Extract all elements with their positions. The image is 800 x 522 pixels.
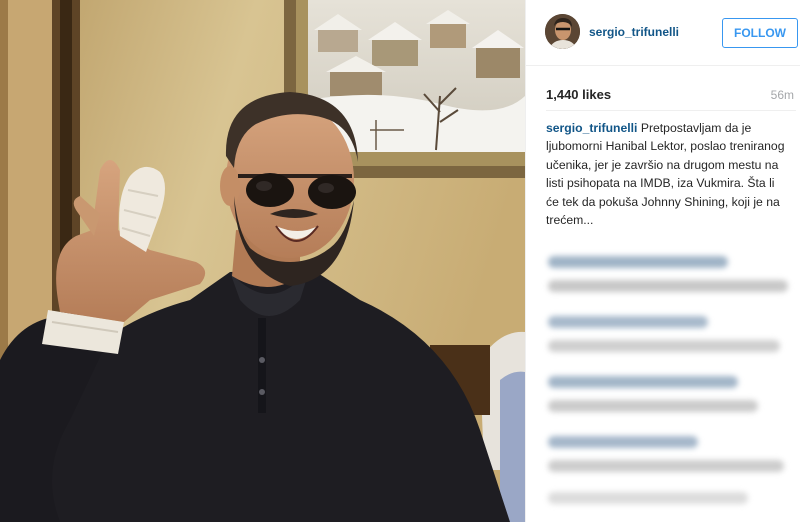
instagram-post: sergio_trifunelli FOLLOW 1,440 likes 56m… (0, 0, 800, 522)
blurred-comment-line (548, 376, 738, 388)
avatar[interactable] (545, 14, 580, 49)
post-timestamp[interactable]: 56m (771, 88, 794, 102)
post-photo[interactable] (0, 0, 525, 522)
caption-text: Pretpostavljam da je ljubomorni Hanibal … (546, 121, 785, 228)
blurred-comments (540, 236, 800, 522)
header-username[interactable]: sergio_trifunelli (589, 25, 679, 39)
caption-username[interactable]: sergio_trifunelli (546, 121, 637, 135)
blurred-comment-line (548, 400, 758, 412)
blurred-comment-line (548, 316, 708, 328)
blurred-comment-line (548, 492, 748, 504)
likes-count[interactable]: 1,440 likes (546, 87, 611, 102)
blurred-comment-line (548, 256, 728, 268)
follow-button[interactable]: FOLLOW (722, 18, 798, 48)
blurred-comment-line (548, 340, 780, 352)
post-sidebar: sergio_trifunelli FOLLOW 1,440 likes 56m… (525, 0, 800, 522)
post-photo-image (0, 0, 525, 522)
blurred-comment-line (548, 280, 788, 292)
blurred-comment-line (548, 460, 784, 472)
blurred-comment-line (548, 436, 698, 448)
divider (546, 110, 796, 111)
avatar-image (545, 14, 580, 49)
post-caption: sergio_trifunelli Pretpostavljam da je l… (546, 119, 786, 229)
post-header: sergio_trifunelli FOLLOW (526, 0, 800, 66)
